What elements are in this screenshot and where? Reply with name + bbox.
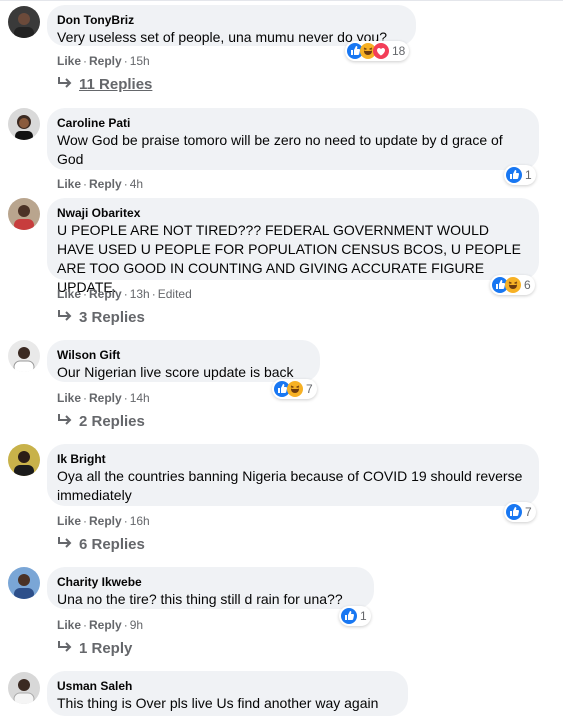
reaction-count: 1 xyxy=(525,168,532,182)
separator: · xyxy=(83,514,88,528)
like-button[interactable]: Like xyxy=(57,618,81,632)
reaction-count: 7 xyxy=(525,505,532,519)
reply-button[interactable]: Reply xyxy=(89,618,122,632)
separator: · xyxy=(83,177,88,191)
comment-actions: Like · Reply · 13h · Edited xyxy=(57,286,192,302)
reaction-summary[interactable]: 7 xyxy=(504,502,536,522)
replies-count[interactable]: 11 Replies xyxy=(79,76,152,93)
avatar[interactable] xyxy=(8,198,40,230)
reaction-summary[interactable]: 7 xyxy=(272,379,317,399)
comment-bubble: Usman Saleh This thing is Over pls live … xyxy=(47,671,408,716)
reply-button[interactable]: Reply xyxy=(89,177,122,191)
reply-button[interactable]: Reply xyxy=(89,514,122,528)
separator: · xyxy=(83,287,88,301)
reaction-count: 1 xyxy=(360,609,367,623)
comment-actions: Like · Reply · 14h xyxy=(57,390,150,406)
comment-text: Oya all the countries banning Nigeria be… xyxy=(57,468,523,503)
avatar[interactable] xyxy=(8,672,40,704)
avatar[interactable] xyxy=(8,6,40,38)
commenter-name[interactable]: Ik Bright xyxy=(57,451,527,467)
timestamp[interactable]: 4h xyxy=(130,177,143,191)
haha-reaction-icon xyxy=(505,277,521,293)
replies-count[interactable]: 1 Reply xyxy=(79,640,132,657)
timestamp[interactable]: 13h xyxy=(130,287,150,301)
reply-button[interactable]: Reply xyxy=(89,391,122,405)
commenter-name[interactable]: Don TonyBriz xyxy=(57,12,404,28)
commenter-name[interactable]: Caroline Pati xyxy=(57,115,527,131)
like-button[interactable]: Like xyxy=(57,287,81,301)
timestamp[interactable]: 15h xyxy=(130,54,150,68)
timestamp[interactable]: 16h xyxy=(130,514,150,528)
love-reaction-icon xyxy=(373,43,389,59)
view-replies-link[interactable]: 1 Reply xyxy=(57,639,132,659)
separator: · xyxy=(123,54,128,68)
reaction-summary[interactable]: 1 xyxy=(339,606,371,626)
comment-actions: Like · Reply · 4h xyxy=(57,176,143,192)
reaction-summary[interactable]: 1 xyxy=(504,165,536,185)
like-button[interactable]: Like xyxy=(57,391,81,405)
avatar[interactable] xyxy=(8,340,40,372)
comment-bubble: Nwaji Obaritex U PEOPLE ARE NOT TIRED???… xyxy=(47,198,539,295)
commenter-name[interactable]: Wilson Gift xyxy=(57,347,308,363)
reaction-summary[interactable]: 6 xyxy=(490,275,535,295)
comment-actions: Like · Reply · 15h xyxy=(57,53,150,69)
like-reaction-icon xyxy=(341,608,357,624)
comment-text: Our Nigerian live score update is back xyxy=(57,364,294,380)
separator: · xyxy=(123,514,128,528)
separator: · xyxy=(123,177,128,191)
reply-button[interactable]: Reply xyxy=(89,287,122,301)
separator: · xyxy=(151,287,156,301)
avatar[interactable] xyxy=(8,444,40,476)
separator: · xyxy=(83,391,88,405)
view-replies-link[interactable]: 11 Replies xyxy=(57,75,152,95)
avatar[interactable] xyxy=(8,108,40,140)
like-button[interactable]: Like xyxy=(57,54,81,68)
timestamp[interactable]: 14h xyxy=(130,391,150,405)
reply-button[interactable]: Reply xyxy=(89,54,122,68)
replies-count[interactable]: 6 Replies xyxy=(79,536,145,553)
replies-count[interactable]: 2 Replies xyxy=(79,413,145,430)
view-replies-link[interactable]: 3 Replies xyxy=(57,308,145,328)
haha-reaction-icon xyxy=(287,381,303,397)
reaction-count: 6 xyxy=(524,278,531,292)
reply-arrow-icon xyxy=(57,640,73,654)
separator: · xyxy=(123,391,128,405)
view-replies-link[interactable]: 2 Replies xyxy=(57,412,145,432)
like-button[interactable]: Like xyxy=(57,177,81,191)
edited-label: Edited xyxy=(157,287,192,301)
commenter-name[interactable]: Charity Ikwebe xyxy=(57,574,362,590)
separator: · xyxy=(83,618,88,632)
comment-actions: Like · Reply · 16h xyxy=(57,513,150,529)
comment-actions: Like · Reply · 9h xyxy=(57,617,143,633)
reaction-count: 18 xyxy=(392,44,406,58)
replies-count[interactable]: 3 Replies xyxy=(79,309,145,326)
like-reaction-icon xyxy=(506,167,522,183)
comment-bubble: Ik Bright Oya all the countries banning … xyxy=(47,444,539,506)
avatar[interactable] xyxy=(8,567,40,599)
reply-arrow-icon xyxy=(57,413,73,427)
like-reaction-icon xyxy=(506,504,522,520)
reaction-count: 7 xyxy=(306,382,313,396)
reply-arrow-icon xyxy=(57,536,73,550)
comment-text: Wow God be praise tomoro will be zero no… xyxy=(57,132,503,167)
reply-arrow-icon xyxy=(57,76,73,90)
comment-bubble: Caroline Pati Wow God be praise tomoro w… xyxy=(47,108,539,170)
reply-arrow-icon xyxy=(57,309,73,323)
commenter-name[interactable]: Usman Saleh xyxy=(57,678,396,694)
separator: · xyxy=(123,287,128,301)
separator: · xyxy=(83,54,88,68)
timestamp[interactable]: 9h xyxy=(130,618,143,632)
like-button[interactable]: Like xyxy=(57,514,81,528)
comment-bubble: Wilson Gift Our Nigerian live score upda… xyxy=(47,340,320,382)
view-replies-link[interactable]: 6 Replies xyxy=(57,535,145,555)
comment-text: Una no the tire? this thing still d rain… xyxy=(57,591,343,607)
comment-bubble: Charity Ikwebe Una no the tire? this thi… xyxy=(47,567,374,609)
comment-text: This thing is Over pls live Us find anot… xyxy=(57,695,379,711)
commenter-name[interactable]: Nwaji Obaritex xyxy=(57,205,527,221)
separator: · xyxy=(123,618,128,632)
reaction-summary[interactable]: 18 xyxy=(345,41,410,61)
top-divider xyxy=(0,0,563,1)
comment-bubble: Don TonyBriz Very useless set of people,… xyxy=(47,5,416,46)
